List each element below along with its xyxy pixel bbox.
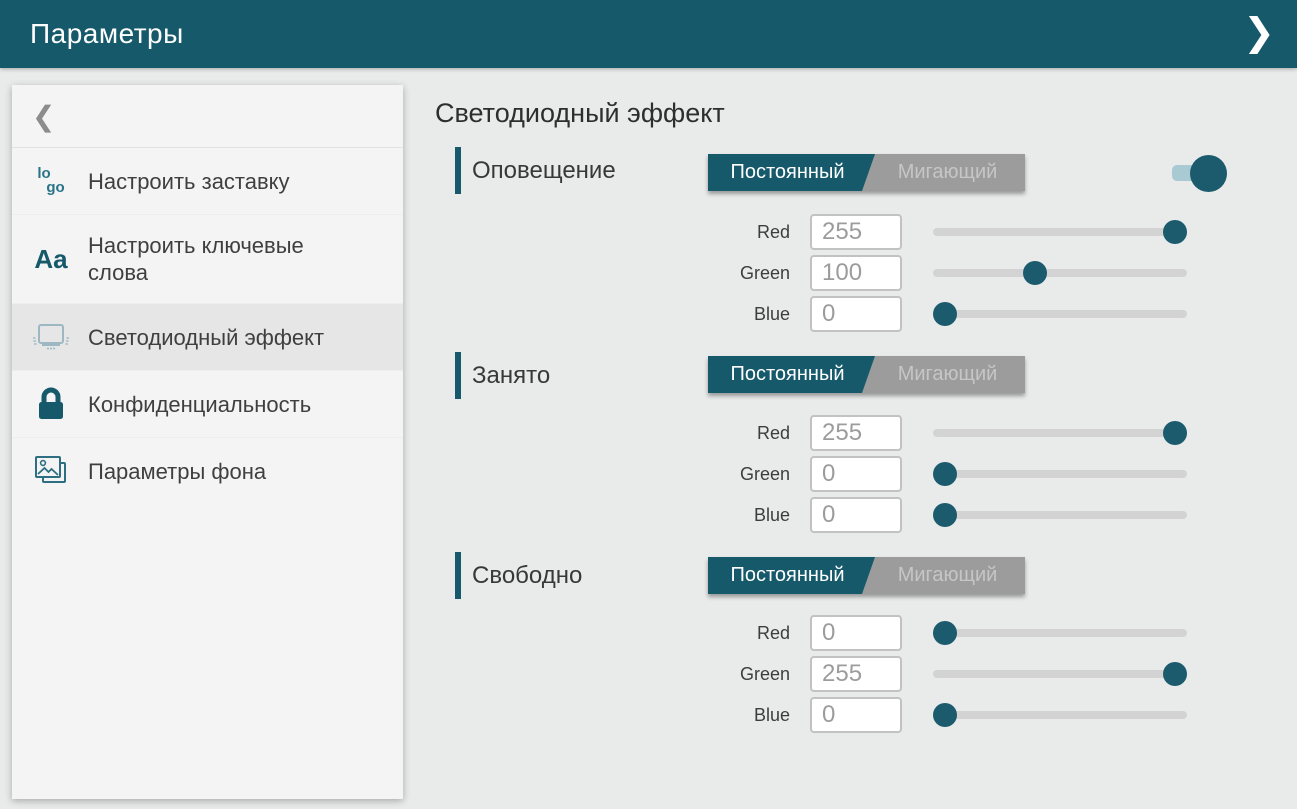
- red-value-input[interactable]: [810, 415, 902, 451]
- green-slider[interactable]: [933, 656, 1187, 692]
- logo-icon: logo: [28, 167, 74, 195]
- top-bar: Параметры ❯: [0, 0, 1297, 68]
- sidebar-item-label: Конфиденциальность: [88, 391, 331, 418]
- slider-thumb[interactable]: [933, 462, 957, 486]
- monitor-icon: [28, 319, 74, 355]
- sidebar-item-keywords[interactable]: Aa Настроить ключевые слова: [12, 215, 403, 304]
- channel-label: Blue: [600, 697, 790, 733]
- slider-track: [933, 310, 1187, 318]
- slider-thumb[interactable]: [933, 703, 957, 727]
- red-value-input[interactable]: [810, 615, 902, 651]
- rgb-row-blue: Blue: [403, 497, 1297, 533]
- sidebar-item-led-effect[interactable]: Светодиодный эффект: [12, 304, 403, 371]
- section-accent-bar: [455, 552, 461, 599]
- green-slider[interactable]: [933, 255, 1187, 291]
- mode-blinking-button[interactable]: Мигающий: [870, 356, 1025, 393]
- main-content: Светодиодный эффект Оповещение Мигающий …: [403, 68, 1297, 809]
- slider-thumb[interactable]: [1163, 220, 1187, 244]
- mode-constant-button[interactable]: Постоянный: [708, 356, 875, 393]
- rgb-row-red: Red: [403, 615, 1297, 651]
- rgb-row-green: Green: [403, 255, 1297, 291]
- settings-screen: Параметры ❯ ❮ logo Настроить заставку Aa…: [0, 0, 1297, 809]
- sidebar-back-button[interactable]: ❮: [12, 85, 403, 148]
- channel-label: Red: [600, 415, 790, 451]
- alert-enabled-toggle[interactable]: [1172, 155, 1234, 195]
- slider-thumb[interactable]: [1023, 261, 1047, 285]
- slider-track: [933, 629, 1187, 637]
- blue-slider[interactable]: [933, 296, 1187, 332]
- rgb-row-green: Green: [403, 656, 1297, 692]
- section-title-free: Свободно: [472, 552, 582, 599]
- slider-track: [933, 269, 1187, 277]
- blue-slider[interactable]: [933, 697, 1187, 733]
- red-value-input[interactable]: [810, 214, 902, 250]
- blue-value-input[interactable]: [810, 497, 902, 533]
- slider-thumb[interactable]: [933, 621, 957, 645]
- text-aa-icon: Aa: [28, 244, 74, 275]
- channel-label: Green: [600, 456, 790, 492]
- sidebar-item-splash-screen[interactable]: logo Настроить заставку: [12, 148, 403, 215]
- mode-segmented-control: Мигающий Постоянный: [708, 356, 1025, 393]
- sidebar-item-background[interactable]: Параметры фона: [12, 438, 403, 504]
- slider-track: [933, 711, 1187, 719]
- slider-track: [933, 470, 1187, 478]
- mode-constant-button[interactable]: Постоянный: [708, 557, 875, 594]
- sidebar-item-label: Светодиодный эффект: [88, 324, 344, 351]
- channel-label: Red: [600, 214, 790, 250]
- slider-thumb[interactable]: [1163, 421, 1187, 445]
- red-slider[interactable]: [933, 415, 1187, 451]
- image-icon: [28, 453, 74, 489]
- rgb-row-red: Red: [403, 415, 1297, 451]
- slider-track: [933, 670, 1187, 678]
- sidebar-item-label: Настроить ключевые слова: [88, 232, 358, 286]
- green-slider[interactable]: [933, 456, 1187, 492]
- slider-thumb[interactable]: [933, 503, 957, 527]
- rgb-row-green: Green: [403, 456, 1297, 492]
- channel-label: Blue: [600, 497, 790, 533]
- sidebar-item-label: Параметры фона: [88, 458, 286, 485]
- slider-track: [933, 429, 1187, 437]
- green-value-input[interactable]: [810, 255, 902, 291]
- red-slider[interactable]: [933, 214, 1187, 250]
- mode-constant-button[interactable]: Постоянный: [708, 154, 875, 191]
- chevron-left-icon: ❮: [32, 100, 55, 133]
- section-accent-bar: [455, 147, 461, 194]
- red-slider[interactable]: [933, 615, 1187, 651]
- slider-track: [933, 228, 1187, 236]
- sidebar-item-privacy[interactable]: Конфиденциальность: [12, 371, 403, 438]
- mode-segmented-control: Мигающий Постоянный: [708, 154, 1025, 191]
- section-title-busy: Занято: [472, 352, 550, 399]
- mode-segmented-control: Мигающий Постоянный: [708, 557, 1025, 594]
- green-value-input[interactable]: [810, 456, 902, 492]
- sidebar: ❮ logo Настроить заставку Aa Настроить к…: [12, 85, 403, 799]
- section-accent-bar: [455, 352, 461, 399]
- page-title: Светодиодный эффект: [435, 98, 725, 129]
- toggle-thumb: [1190, 155, 1227, 192]
- channel-label: Green: [600, 656, 790, 692]
- blue-slider[interactable]: [933, 497, 1187, 533]
- slider-track: [933, 511, 1187, 519]
- channel-label: Green: [600, 255, 790, 291]
- channel-label: Red: [600, 615, 790, 651]
- sidebar-item-label: Настроить заставку: [88, 168, 310, 195]
- slider-thumb[interactable]: [1163, 662, 1187, 686]
- mode-blinking-button[interactable]: Мигающий: [870, 557, 1025, 594]
- channel-label: Blue: [600, 296, 790, 332]
- rgb-row-red: Red: [403, 214, 1297, 250]
- lock-icon: [28, 386, 74, 422]
- collapse-panel-icon[interactable]: ❯: [1237, 8, 1281, 58]
- green-value-input[interactable]: [810, 656, 902, 692]
- blue-value-input[interactable]: [810, 296, 902, 332]
- blue-value-input[interactable]: [810, 697, 902, 733]
- app-title: Параметры: [30, 18, 184, 50]
- section-title-alert: Оповещение: [472, 147, 616, 194]
- slider-thumb[interactable]: [933, 302, 957, 326]
- rgb-row-blue: Blue: [403, 697, 1297, 733]
- rgb-row-blue: Blue: [403, 296, 1297, 332]
- mode-blinking-button[interactable]: Мигающий: [870, 154, 1025, 191]
